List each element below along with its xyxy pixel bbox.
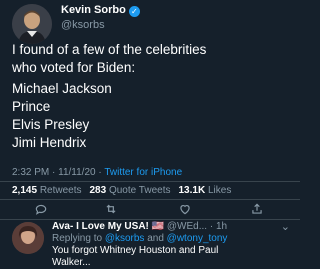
- author-avatar[interactable]: [12, 4, 52, 44]
- quotes-count: 283: [89, 185, 107, 196]
- divider: [0, 219, 300, 220]
- reply-text-line: You forgot Whitney Houston and Paul: [52, 245, 219, 256]
- author-avatar-image: [12, 4, 52, 44]
- reply-age[interactable]: 1h: [216, 221, 227, 232]
- mention-link[interactable]: @wtony_tony: [167, 233, 228, 244]
- retweets-count: 2,145: [12, 185, 38, 196]
- likes-count: 13.1K: [178, 185, 206, 196]
- tweet-date[interactable]: 11/11/20: [58, 167, 95, 178]
- tweet-time[interactable]: 2:32 PM: [12, 167, 49, 178]
- reply-text-line: Walker...: [52, 257, 91, 268]
- reply-header: Ava- I Love My USA! 🇺🇸 @WEd... · 1h: [52, 221, 228, 232]
- reply-avatar-image: [12, 222, 44, 254]
- tweet-list-item: Prince: [12, 99, 51, 114]
- tweet-action-bar: [0, 202, 300, 218]
- tweet-source[interactable]: Twitter for iPhone: [104, 167, 182, 178]
- mention-link[interactable]: @ksorbs: [105, 233, 145, 244]
- reply-icon[interactable]: [34, 202, 48, 220]
- reply-author-handle[interactable]: @WEd...: [167, 221, 207, 232]
- tweet-timestamp-line: 2:32 PM · 11/11/20 · Twitter for iPhone: [12, 167, 183, 178]
- and-label: and: [147, 233, 164, 244]
- divider: [0, 181, 300, 182]
- tweet-list-item: Michael Jackson: [12, 81, 112, 96]
- tweet-text-line: I found of a few of the celebrities: [12, 42, 207, 57]
- reply-author-name[interactable]: Ava- I Love My USA! 🇺🇸: [52, 221, 164, 232]
- replying-to-label: Replying to: [52, 233, 103, 244]
- tweet-list-item: Elvis Presley: [12, 117, 90, 132]
- author-name-text: Kevin Sorbo: [61, 4, 126, 16]
- retweet-icon[interactable]: [104, 202, 118, 220]
- author-name[interactable]: Kevin Sorbo ✓: [61, 4, 140, 17]
- author-handle[interactable]: @ksorbs: [61, 19, 105, 31]
- share-icon[interactable]: [250, 202, 264, 220]
- tweet-stats: 2,145 Retweets 283 Quote Tweets 13.1K Like…: [12, 185, 231, 196]
- replying-to-line: Replying to @ksorbs and @wtony_tony: [52, 233, 227, 244]
- tweet-list-item: Jimi Hendrix: [12, 135, 87, 150]
- reply-author-avatar[interactable]: [12, 222, 44, 254]
- tweet-text-line: who voted for Biden:: [12, 60, 136, 75]
- divider: [0, 199, 300, 200]
- reply-text: You forgot Whitney Houston and Paul Walk…: [52, 245, 218, 269]
- retweets-label: Retweets: [39, 185, 82, 196]
- more-icon[interactable]: ⌄: [281, 220, 290, 233]
- verified-badge-icon: ✓: [128, 6, 140, 17]
- quotes-stat[interactable]: 283 Quote Tweets: [90, 185, 171, 196]
- quotes-label: Quote Tweets: [108, 185, 171, 196]
- likes-label: Likes: [207, 185, 232, 196]
- likes-stat[interactable]: 13.1K Likes: [179, 185, 232, 196]
- like-icon[interactable]: [178, 202, 192, 220]
- retweets-stat[interactable]: 2,145 Retweets: [12, 185, 82, 196]
